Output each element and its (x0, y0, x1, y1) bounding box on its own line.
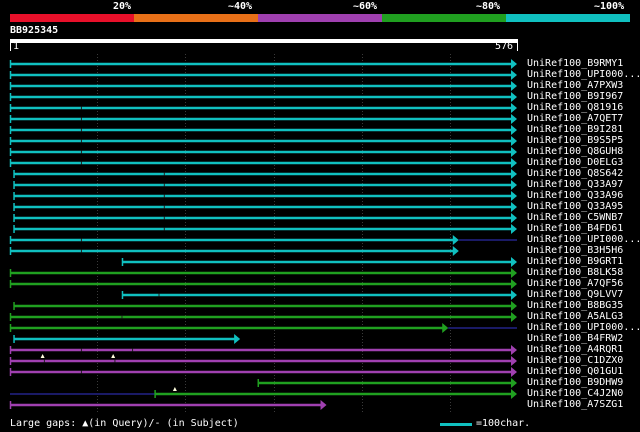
hit-label[interactable]: UniRef100_B9I281 (527, 124, 623, 135)
hit-arrow (511, 81, 517, 91)
scale-segment-60 (258, 14, 382, 22)
ruler-end-label: 576 (495, 41, 514, 52)
hit-arrow (320, 400, 327, 410)
ruler-end-tick (517, 41, 518, 51)
hit-label[interactable]: UniRef100_B9GRT1 (527, 256, 623, 267)
hit-arrow (511, 268, 517, 278)
hit-label[interactable]: UniRef100_Q8GUH8 (527, 146, 623, 157)
hit-label[interactable]: UniRef100_Q81916 (527, 102, 623, 113)
scale-label-100: ~100% (594, 1, 625, 12)
hit-arrow (442, 323, 449, 333)
hit-arrow (511, 290, 517, 300)
query-gap-mark (111, 354, 116, 358)
hit-label[interactable]: UniRef100_Q33A96 (527, 190, 623, 201)
hit-label[interactable]: UniRef100_D0ELG3 (527, 157, 623, 168)
hit-label[interactable]: UniRef100_C1DZX0 (527, 355, 623, 366)
hit-arrow (511, 389, 517, 399)
ruler-start-tick (10, 41, 11, 51)
hit-label[interactable]: UniRef100_Q33A97 (527, 179, 623, 190)
query-ruler (10, 39, 518, 43)
hit-label[interactable]: UniRef100_A4RQR1 (527, 344, 623, 355)
scale-segment-40 (134, 14, 258, 22)
scale-segment-100 (506, 14, 630, 22)
hit-label[interactable]: UniRef100_A7QF56 (527, 278, 623, 289)
hit-label[interactable]: UniRef100_A5ALG3 (527, 311, 623, 322)
scale-label-40: ~40% (228, 1, 253, 12)
hit-label[interactable]: UniRef100_B8BG35 (527, 300, 623, 311)
hit-label[interactable]: UniRef100_B9S5P5 (527, 135, 623, 146)
hit-arrow (511, 202, 517, 212)
hit-arrow (511, 301, 517, 311)
hit-arrow (452, 246, 459, 256)
hit-arrow (511, 367, 517, 377)
legend-text: Large gaps: ▲(in Query)/- (in Subject) (10, 418, 239, 429)
hit-arrow (511, 125, 517, 135)
hit-arrow (511, 92, 517, 102)
query-gap-mark (40, 354, 45, 358)
hit-arrow (511, 59, 517, 69)
hit-arrow (511, 70, 517, 80)
hit-label[interactable]: UniRef100_Q33A95 (527, 201, 623, 212)
hit-label[interactable]: UniRef100_B8LK58 (527, 267, 623, 278)
legend-scale-line (440, 423, 472, 426)
hit-arrow (511, 356, 517, 366)
hit-arrow (511, 191, 517, 201)
hit-arrow (511, 378, 517, 388)
hit-arrow (511, 180, 517, 190)
hit-arrow (511, 114, 517, 124)
hit-label[interactable]: UniRef100_A7QET7 (527, 113, 623, 124)
hit-label[interactable]: UniRef100_B4FD61 (527, 223, 623, 234)
hit-arrow (511, 224, 517, 234)
hit-label[interactable]: UniRef100_B9RMY1 (527, 58, 623, 69)
query-name: BB925345 (10, 25, 59, 36)
hit-label[interactable]: UniRef100_A7PXW3 (527, 80, 623, 91)
hit-arrow (511, 257, 517, 267)
scale-label-60: ~60% (353, 1, 378, 12)
hit-label[interactable]: UniRef100_Q9LVV7 (527, 289, 623, 300)
hit-arrow (511, 213, 517, 223)
hit-label[interactable]: UniRef100_B3H5H6 (527, 245, 623, 256)
hit-arrow (511, 158, 517, 168)
hit-arrow (452, 235, 459, 245)
hit-label[interactable]: UniRef100_Q8S642 (527, 168, 623, 179)
hit-label[interactable]: UniRef100_UPI000... (527, 322, 640, 333)
hit-arrow (511, 312, 517, 322)
scale-label-80: ~80% (476, 1, 501, 12)
identity-color-scale (10, 14, 630, 22)
hit-arrow (511, 345, 517, 355)
scale-segment-80 (382, 14, 506, 22)
hit-arrow (234, 334, 241, 344)
hit-label[interactable]: UniRef100_A7SZG1 (527, 399, 623, 410)
hit-label[interactable]: UniRef100_Q01GU1 (527, 366, 623, 377)
hit-arrow (511, 147, 517, 157)
hit-label[interactable]: UniRef100_UPI000... (527, 234, 640, 245)
hit-arrow (511, 169, 517, 179)
legend-scale-text: =100char. (476, 418, 531, 429)
scale-label-20: 20% (113, 1, 132, 12)
hit-label[interactable]: UniRef100_C4J2N0 (527, 388, 623, 399)
query-gap-mark (172, 387, 177, 391)
hit-label[interactable]: UniRef100_C5WNB7 (527, 212, 623, 223)
hit-arrow (511, 136, 517, 146)
hit-label[interactable]: UniRef100_UPI000... (527, 69, 640, 80)
hit-label[interactable]: UniRef100_B4FRW2 (527, 333, 623, 344)
hit-label[interactable]: UniRef100_B9I967 (527, 91, 623, 102)
hit-arrow (511, 279, 517, 289)
scale-segment-20 (10, 14, 134, 22)
hit-label[interactable]: UniRef100_B9DHW9 (527, 377, 623, 388)
ruler-start-label: 1 (13, 41, 20, 52)
hit-arrow (511, 103, 517, 113)
